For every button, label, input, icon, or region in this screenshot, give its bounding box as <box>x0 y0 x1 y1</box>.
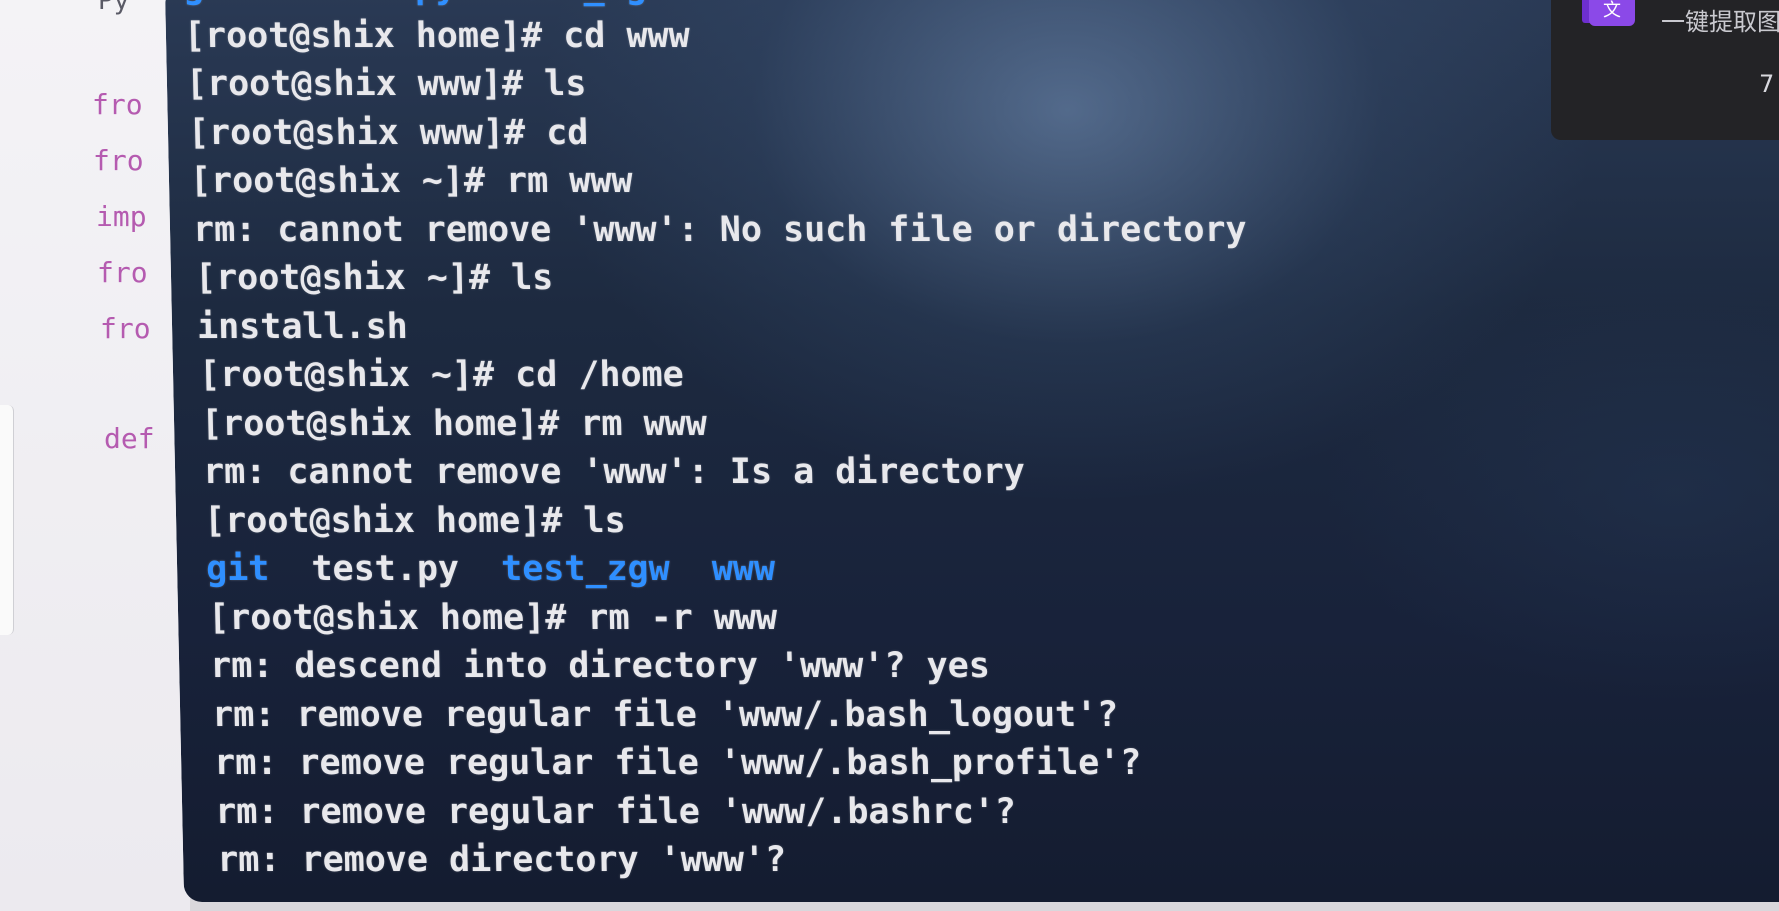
terminal-line: install.sh <box>190 303 1250 352</box>
terminal-line: [root@shix ~]# cd /home <box>191 351 1251 400</box>
translate-popup[interactable]: 文 一键提取图 7 <box>1551 0 1779 140</box>
translate-icon[interactable]: 文 <box>1589 0 1635 26</box>
terminal-line: [root@shix ~]# ls <box>189 254 1249 303</box>
terminal-line: rm: cannot remove 'www': Is a directory <box>193 448 1253 497</box>
terminal-line: rm: cannot remove 'www': No such file or… <box>188 206 1248 255</box>
terminal-text: [root@shix home]# rm www <box>200 403 708 444</box>
editor-tab-fragment: Py <box>98 0 130 16</box>
terminal-text: [root@shix ~]# ls <box>194 258 554 298</box>
terminal-text: rm: remove regular file 'www/.bash_profi… <box>213 743 1142 783</box>
terminal-line-partial: git test.py test_zgw www <box>182 0 1242 12</box>
terminal-line: [root@shix home]# rm -r www <box>196 594 1256 643</box>
popup-title: 一键提取图 <box>1661 8 1779 36</box>
code-line: fro <box>100 312 151 345</box>
directory-name: git <box>205 549 270 589</box>
code-line: fro <box>93 144 144 177</box>
terminal-text: test.py <box>268 549 502 589</box>
terminal-line: rm: remove regular file 'www/.bash_profi… <box>199 739 1259 788</box>
terminal-line: rm: remove regular file 'www/.bash_logou… <box>198 691 1258 740</box>
terminal-text: [root@shix www]# ls <box>185 64 587 104</box>
terminal-line: git test.py test_zgw www <box>195 545 1255 594</box>
code-line: fro <box>92 88 143 121</box>
code-line: def <box>104 422 155 455</box>
terminal-window[interactable]: git test.py test_zgw www[root@shix home]… <box>165 0 1779 902</box>
terminal-output: git test.py test_zgw www[root@shix home]… <box>183 0 1260 885</box>
directory-name: test_zgw <box>500 549 671 589</box>
terminal-text: [root@shix home]# ls <box>203 500 626 541</box>
code-editor-background: Py fro fro imp fro fro def <box>0 0 190 911</box>
terminal-text: rm: cannot remove 'www': No such file or… <box>192 209 1248 250</box>
terminal-text: rm: cannot remove 'www': Is a directory <box>202 452 1026 492</box>
popup-subtext: 7 <box>1759 70 1775 98</box>
terminal-text: [root@shix ~]# cd /home <box>198 355 685 395</box>
translate-icon-glyph: 文 <box>1603 0 1621 21</box>
terminal-text: rm: remove regular file 'www/.bashrc'? <box>214 791 1017 832</box>
terminal-text: rm: descend into directory 'www'? yes <box>209 646 991 686</box>
photo-of-screen: Py fro fro imp fro fro def git test.py t… <box>0 0 1779 911</box>
terminal-text: rm: remove directory 'www'? <box>216 840 787 880</box>
terminal-line: rm: remove regular file 'www/.bashrc'? <box>200 788 1260 837</box>
terminal-text: [root@shix ~]# rm www <box>189 161 633 201</box>
code-line: fro <box>97 256 148 289</box>
terminal-text: rm: remove regular file 'www/.bash_logou… <box>211 694 1119 735</box>
code-line: imp <box>96 200 147 233</box>
terminal-line: [root@shix www]# cd <box>185 109 1245 158</box>
terminal-line: [root@shix home]# cd www <box>183 12 1243 61</box>
terminal-line: [root@shix home]# ls <box>194 497 1254 546</box>
terminal-line: [root@shix home]# rm www <box>192 400 1252 449</box>
terminal-text: git test.py test_zgw www <box>183 0 774 7</box>
terminal-line: rm: remove directory 'www'? <box>201 836 1261 885</box>
terminal-text: [root@shix home]# rm -r www <box>207 597 778 638</box>
editor-side-panel[interactable] <box>0 405 14 635</box>
terminal-line: rm: descend into directory 'www'? yes <box>197 642 1257 691</box>
terminal-text: install.sh <box>196 306 409 347</box>
terminal-text: [root@shix www]# cd <box>187 112 589 153</box>
terminal-line: [root@shix www]# ls <box>184 60 1244 109</box>
terminal-line: [root@shix ~]# rm www <box>186 157 1246 206</box>
terminal-text: [root@shix home]# cd www <box>183 15 691 56</box>
directory-name: www <box>711 549 776 589</box>
